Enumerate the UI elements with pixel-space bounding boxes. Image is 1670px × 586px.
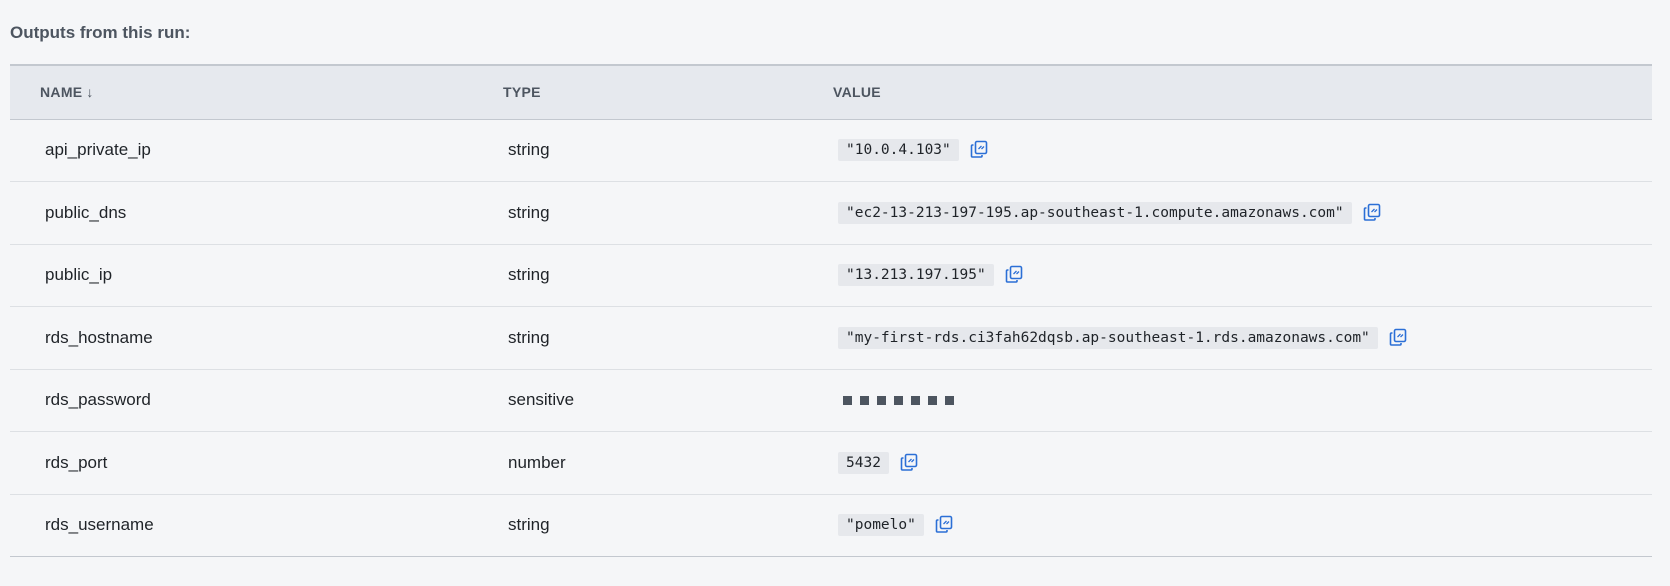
output-type: string (508, 327, 550, 347)
mask-dot (860, 396, 869, 406)
output-value: "pomelo" (838, 514, 924, 537)
output-name: rds_port (45, 452, 108, 472)
copy-icon[interactable] (1362, 202, 1384, 224)
output-type: string (508, 140, 550, 160)
output-type: sensitive (508, 390, 575, 410)
mask-dot (894, 396, 903, 406)
mask-dot (843, 396, 852, 406)
copy-icon[interactable] (969, 139, 991, 161)
column-header-type: TYPE (503, 84, 541, 101)
column-header-name-label: NAME (40, 84, 83, 101)
output-name: public_ip (45, 265, 113, 285)
table-body: api_private_ip string "10.0.4.103" public_d… (10, 119, 1652, 557)
mask-dot (877, 396, 886, 406)
copy-icon[interactable] (899, 452, 921, 474)
section-title: Outputs from this run: (10, 23, 191, 42)
output-name: rds_username (45, 515, 154, 535)
table-row: api_private_ip string "10.0.4.103" (10, 119, 1652, 182)
outputs-table: NAME ↓ TYPE VALUE api_private_ip string "10… (10, 64, 1652, 557)
copy-icon[interactable] (1004, 264, 1026, 286)
output-type: string (508, 202, 550, 222)
output-name: api_private_ip (45, 140, 151, 160)
output-name: rds_hostname (45, 327, 153, 347)
outputs-panel: Outputs from this run: NAME ↓ TYPE VALUE … (0, 0, 1670, 586)
output-value-cell (833, 369, 1652, 432)
output-type: string (508, 265, 550, 285)
output-value-cell: "10.0.4.103" (833, 119, 1652, 182)
column-header-value: VALUE (833, 84, 881, 101)
output-name: rds_password (45, 390, 151, 410)
masked-value (838, 396, 954, 406)
output-value: "ec2-13-213-197-195.ap-southeast-1.compu… (838, 201, 1352, 224)
output-value-cell: "my-first-rds.ci3fah62dqsb.ap-southeast-… (833, 307, 1652, 370)
mask-dot (928, 396, 937, 406)
mask-dot (911, 396, 920, 406)
output-value: 5432 (838, 451, 889, 474)
output-value: "13.213.197.195" (838, 264, 994, 287)
table-row: rds_port number 5432 (10, 432, 1652, 495)
output-value: "10.0.4.103" (838, 139, 959, 162)
copy-icon[interactable] (934, 514, 956, 536)
output-value-cell: "ec2-13-213-197-195.ap-southeast-1.compu… (833, 182, 1652, 245)
output-name: public_dns (45, 202, 127, 222)
output-value: "my-first-rds.ci3fah62dqsb.ap-southeast-… (838, 326, 1378, 349)
table-row: public_dns string "ec2-13-213-197-195.ap-s… (10, 182, 1652, 245)
table-row: public_ip string "13.213.197.195" (10, 244, 1652, 307)
table-header-row: NAME ↓ TYPE VALUE (10, 65, 1652, 119)
output-value-cell: "pomelo" (833, 494, 1652, 557)
output-type: string (508, 515, 550, 535)
output-value-cell: 5432 (833, 432, 1652, 495)
column-header-name[interactable]: NAME ↓ (10, 65, 503, 119)
output-type: number (508, 452, 566, 472)
output-value-cell: "13.213.197.195" (833, 244, 1652, 307)
table-row: rds_username string "pomelo" (10, 494, 1652, 557)
table-row: rds_password sensitive (10, 369, 1652, 432)
table-row: rds_hostname string "my-first-rds.ci3fah62… (10, 307, 1652, 370)
copy-icon[interactable] (1388, 327, 1410, 349)
mask-dot (945, 396, 954, 406)
sort-desc-icon: ↓ (86, 84, 94, 101)
